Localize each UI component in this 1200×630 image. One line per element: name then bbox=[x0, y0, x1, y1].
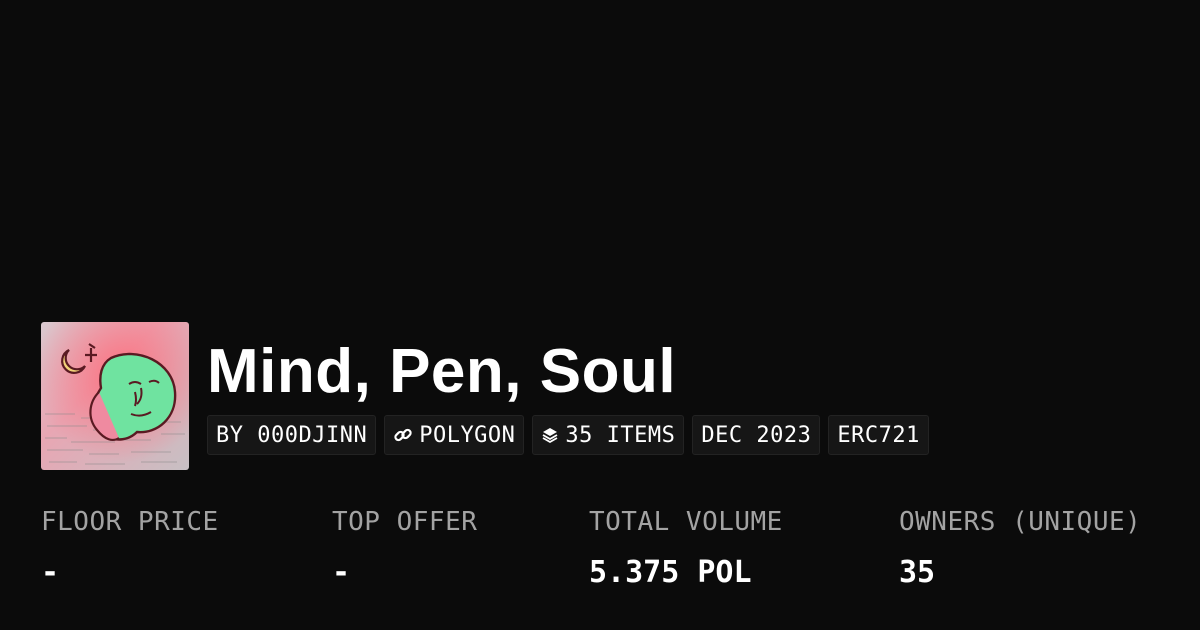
collection-title-block: Mind, Pen, Soul BY 000DJINN POLYGON 35 I… bbox=[207, 322, 937, 455]
stat-value: - bbox=[332, 555, 351, 590]
stat-label: TOTAL VOLUME bbox=[589, 507, 783, 537]
stat-floor-price: FLOOR PRICE - bbox=[41, 505, 219, 591]
stat-label: TOP OFFER bbox=[332, 507, 478, 537]
chain-tag[interactable]: POLYGON bbox=[384, 415, 525, 455]
chain-link-icon bbox=[393, 425, 413, 445]
collection-header: Mind, Pen, Soul BY 000DJINN POLYGON 35 I… bbox=[41, 322, 937, 470]
stat-total-volume: TOTAL VOLUME 5.375 POL bbox=[589, 505, 783, 591]
stat-value: 35 bbox=[899, 555, 936, 590]
items-tag-label: 35 ITEMS bbox=[565, 422, 676, 448]
collection-stats: FLOOR PRICE - TOP OFFER - TOTAL VOLUME 5… bbox=[0, 505, 1200, 605]
date-tag-label: DEC 2023 bbox=[701, 422, 812, 448]
standard-tag-label: ERC721 bbox=[837, 422, 920, 448]
layers-icon bbox=[541, 426, 559, 444]
creator-tag-label: BY 000DJINN bbox=[216, 422, 368, 448]
collection-tags: BY 000DJINN POLYGON 35 ITEMS DEC 2023 ER… bbox=[207, 415, 937, 455]
chain-tag-label: POLYGON bbox=[419, 422, 516, 448]
standard-tag[interactable]: ERC721 bbox=[828, 415, 929, 455]
stat-top-offer: TOP OFFER - bbox=[332, 505, 477, 591]
stat-label: FLOOR PRICE bbox=[41, 507, 219, 537]
items-tag[interactable]: 35 ITEMS bbox=[532, 415, 685, 455]
stat-value: 5.375 POL bbox=[589, 555, 752, 590]
stat-owners: OWNERS (UNIQUE) 35 bbox=[899, 505, 1141, 591]
collection-artwork-image bbox=[41, 322, 189, 470]
date-tag[interactable]: DEC 2023 bbox=[692, 415, 821, 455]
creator-tag[interactable]: BY 000DJINN bbox=[207, 415, 377, 455]
collection-title: Mind, Pen, Soul bbox=[207, 337, 677, 406]
stat-label: OWNERS (UNIQUE) bbox=[899, 507, 1142, 537]
collection-thumbnail[interactable] bbox=[41, 322, 189, 470]
stat-value: - bbox=[41, 555, 60, 590]
